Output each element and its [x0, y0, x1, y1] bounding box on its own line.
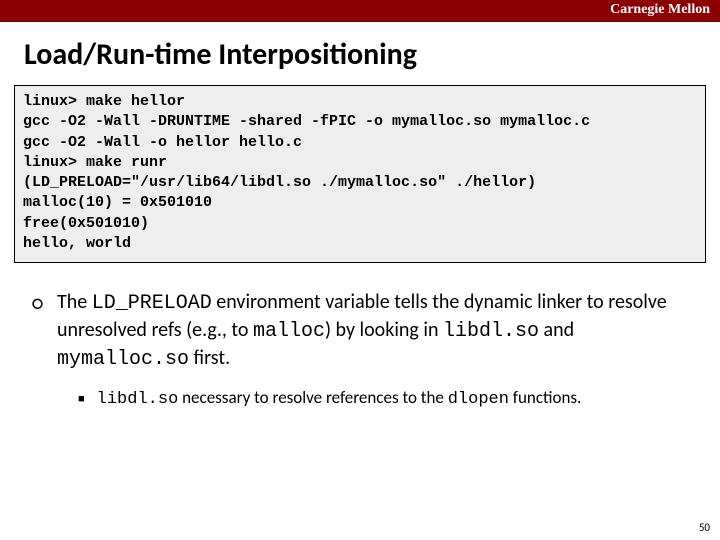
- code-inline: mymalloc.so: [57, 348, 189, 371]
- bullet-item: ○ The LD_PRELOAD environment variable te…: [32, 289, 688, 373]
- sub-bullet-marker: ■: [78, 392, 85, 405]
- slide-title: Load/Run-time Interpositioning: [24, 36, 720, 73]
- text-fragment: ) by looking in: [325, 318, 443, 342]
- code-inline: libdl.so: [97, 390, 179, 409]
- bullet-text: The LD_PRELOAD environment variable tell…: [57, 289, 688, 373]
- code-inline: LD_PRELOAD: [92, 292, 212, 315]
- sub-bullet-text: libdl.so necessary to resolve references…: [97, 387, 582, 411]
- code-inline: libdl.so: [443, 320, 539, 343]
- code-inline: dlopen: [448, 390, 509, 409]
- text-fragment: first.: [189, 346, 230, 370]
- page-number: 50: [699, 521, 710, 534]
- header-bar: Carnegie Mellon: [0, 0, 720, 22]
- brand-label: Carnegie Mellon: [610, 2, 710, 18]
- body-content: ○ The LD_PRELOAD environment variable te…: [32, 289, 688, 411]
- code-inline: malloc: [253, 320, 325, 343]
- sub-bullet-item: ■ libdl.so necessary to resolve referenc…: [78, 387, 688, 411]
- text-fragment: The: [57, 290, 92, 314]
- terminal-output-box: linux> make hellor gcc -O2 -Wall -DRUNTI…: [14, 85, 706, 263]
- bullet-marker: ○: [32, 291, 43, 317]
- text-fragment: necessary to resolve references to the: [178, 387, 447, 408]
- text-fragment: functions.: [509, 387, 581, 408]
- text-fragment: and: [539, 318, 574, 342]
